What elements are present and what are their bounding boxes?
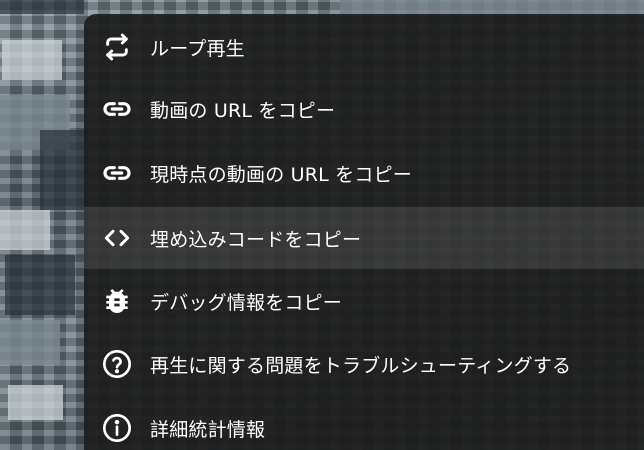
menu-item-label: 詳細統計情報 (150, 418, 266, 441)
bug-icon (100, 284, 134, 318)
video-player: ループ再生 動画の URL をコピー 現時点の動画の URL をコピー 埋め込み… (0, 0, 644, 450)
menu-item-copy-debug-info[interactable]: デバッグ情報をコピー (84, 270, 644, 332)
menu-item-copy-embed-code[interactable]: 埋め込みコードをコピー (84, 207, 644, 269)
help-circle-icon (100, 347, 134, 381)
menu-item-label: 現時点の動画の URL をコピー (150, 163, 412, 186)
menu-item-copy-url-at-time[interactable]: 現時点の動画の URL をコピー (84, 142, 644, 204)
info-circle-icon (100, 411, 134, 445)
menu-item-label: ループ再生 (150, 37, 245, 60)
menu-item-stats-for-nerds[interactable]: 詳細統計情報 (84, 397, 644, 450)
link-icon (100, 92, 134, 126)
menu-item-label: 動画の URL をコピー (150, 99, 336, 122)
menu-item-loop[interactable]: ループ再生 (84, 16, 644, 78)
link-icon (100, 156, 134, 190)
menu-item-troubleshoot-playback[interactable]: 再生に関する問題をトラブルシューティングする (84, 333, 644, 395)
context-menu: ループ再生 動画の URL をコピー 現時点の動画の URL をコピー 埋め込み… (84, 14, 644, 450)
menu-item-label: デバッグ情報をコピー (150, 291, 343, 314)
menu-item-label: 再生に関する問題をトラブルシューティングする (150, 354, 572, 377)
menu-item-copy-video-url[interactable]: 動画の URL をコピー (84, 78, 644, 140)
embed-code-icon (100, 221, 134, 255)
loop-icon (100, 30, 134, 64)
menu-item-label: 埋め込みコードをコピー (150, 228, 362, 251)
